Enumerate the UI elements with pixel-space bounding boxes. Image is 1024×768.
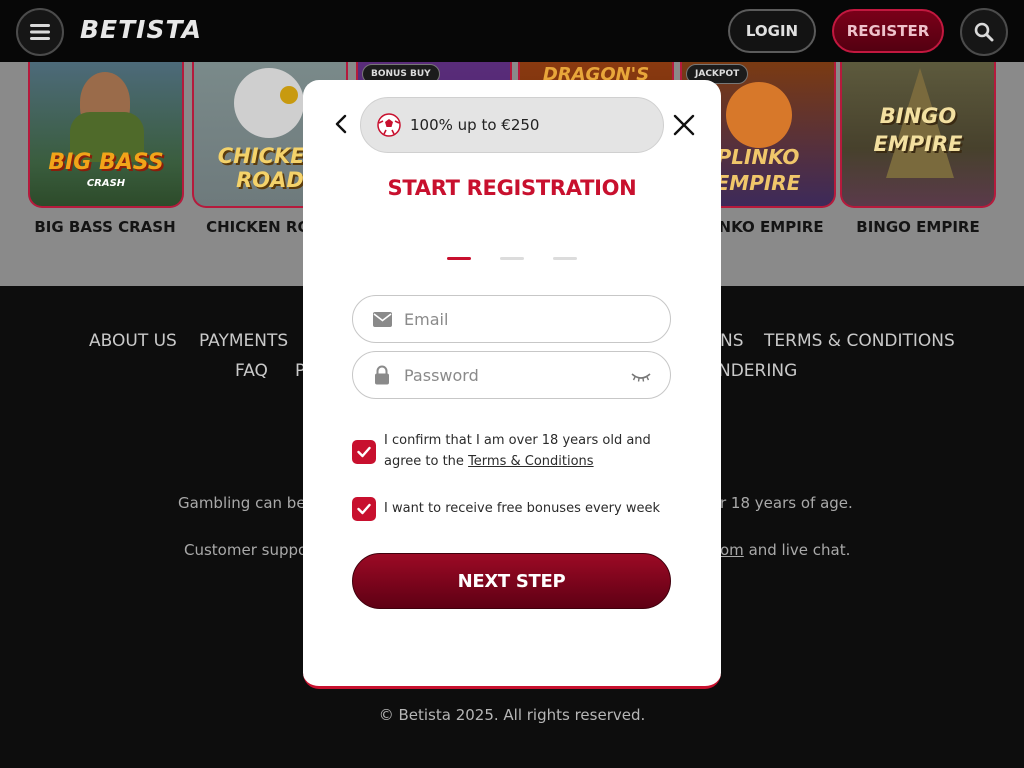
tile-art-text: BIG BASS <box>48 150 164 175</box>
login-button[interactable]: LOGIN <box>728 9 816 53</box>
hamburger-menu-button[interactable] <box>16 8 64 56</box>
checkmark-icon <box>357 503 371 515</box>
password-field <box>352 351 671 399</box>
support-text-right: om and live chat. <box>720 541 850 559</box>
footer-link-terms[interactable]: TERMS & CONDITIONS <box>764 331 955 351</box>
support-text-left: Customer suppo <box>184 541 308 559</box>
email-field <box>352 295 671 343</box>
registration-modal: 100% up to €250 START REGISTRATION Email… <box>303 80 721 689</box>
register-button[interactable]: REGISTER <box>832 9 944 53</box>
bonus-promo-pill[interactable]: 100% up to €250 <box>360 97 664 153</box>
footer-link-about-us[interactable]: ABOUT US <box>89 331 177 351</box>
gambling-warning-left: Gambling can be <box>178 494 306 512</box>
support-email-link[interactable]: om <box>720 541 744 559</box>
footer-link-partial[interactable]: NS <box>720 331 744 351</box>
terms-link[interactable]: Terms & Conditions <box>468 454 594 469</box>
age-confirm-checkbox[interactable] <box>352 440 376 464</box>
step-indicator-2 <box>500 257 524 260</box>
bonus-opt-in-label: I want to receive free bonuses every wee… <box>384 501 660 516</box>
search-button[interactable] <box>960 8 1008 56</box>
lock-icon <box>372 365 392 385</box>
password-input[interactable] <box>404 365 624 385</box>
tile-art-subtext: CRASH <box>86 178 126 189</box>
game-tile-bingo-empire[interactable]: BINGO EMPIRE <box>840 62 996 208</box>
chevron-left-icon <box>335 114 347 134</box>
close-button[interactable] <box>671 112 697 138</box>
tile-art-text: BINGO EMPIRE <box>873 104 963 156</box>
support-text-suffix: and live chat. <box>743 541 851 559</box>
next-step-button[interactable]: NEXT STEP <box>352 553 671 609</box>
copyright: © Betista 2025. All rights reserved. <box>378 706 646 724</box>
promo-text: 100% up to €250 <box>410 116 540 134</box>
modal-title: START REGISTRATION <box>387 176 637 200</box>
gambling-warning-right: r 18 years of age. <box>720 494 853 512</box>
step-indicator-1 <box>447 257 471 260</box>
back-button[interactable] <box>331 112 351 136</box>
email-input[interactable] <box>404 309 624 329</box>
checkmark-icon <box>357 446 371 458</box>
hamburger-icon <box>30 24 50 40</box>
eye-closed-icon[interactable] <box>630 366 652 386</box>
step-indicator-3 <box>553 257 577 260</box>
bonus-opt-in-checkbox[interactable] <box>352 497 376 521</box>
footer-link-payments[interactable]: PAYMENTS <box>199 331 288 351</box>
site-logo[interactable]: BETISTA <box>80 15 202 44</box>
top-header: BETISTA LOGIN REGISTER <box>0 0 1024 62</box>
game-name-bingo-empire[interactable]: BINGO EMPIRE <box>833 218 1003 236</box>
search-icon <box>974 22 994 42</box>
close-icon <box>673 114 695 136</box>
envelope-icon <box>372 309 392 329</box>
age-confirm-label: I confirm that I am over 18 years old an… <box>384 430 664 472</box>
game-tile-big-bass-crash[interactable]: BIG BASS CRASH <box>28 62 184 208</box>
soccer-ball-icon <box>377 113 401 137</box>
game-name-big-bass-crash[interactable]: BIG BASS CRASH <box>20 218 190 236</box>
footer-link-aml[interactable]: NDERING <box>718 361 797 381</box>
footer-link-faq[interactable]: FAQ <box>235 361 268 381</box>
